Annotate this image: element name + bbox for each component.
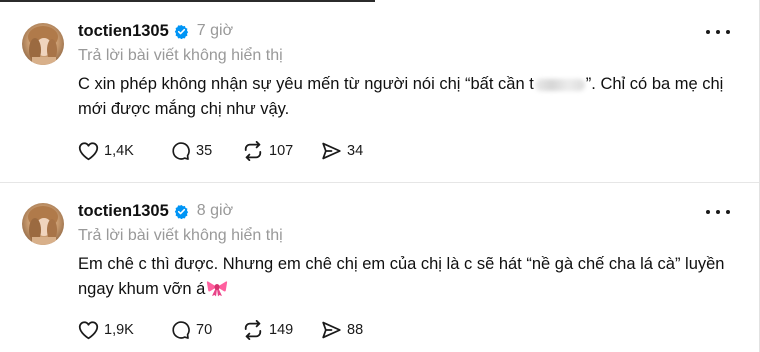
like-button[interactable]: 1,9K	[78, 320, 170, 340]
username[interactable]: toctien1305	[78, 202, 169, 221]
repost-button[interactable]: 149	[242, 320, 321, 340]
comment-button[interactable]: 70	[170, 320, 242, 340]
share-count: 34	[347, 143, 364, 159]
ribbon-bow-emoji	[206, 279, 228, 297]
action-bar: 1,4K 35 107 34	[78, 141, 363, 161]
post-header: toctien1305 8 giờ	[78, 199, 233, 223]
heart-icon	[78, 141, 99, 161]
post-text: C xin phép không nhận sự yêu mến từ ngườ…	[78, 72, 738, 122]
share-count: 88	[347, 322, 364, 338]
share-button[interactable]: 34	[321, 141, 363, 161]
heart-icon	[78, 320, 99, 340]
post-text-part: Em chê c thì được. Nhưng em chê chị em c…	[78, 255, 725, 298]
like-button[interactable]: 1,4K	[78, 141, 170, 161]
action-bar: 1,9K 70 149 88	[78, 320, 363, 340]
post-timestamp[interactable]: 7 giờ	[197, 22, 233, 40]
comment-count: 70	[196, 322, 213, 338]
thread-post: toctien1305 7 giờ Trả lời bài viết không…	[0, 0, 759, 183]
comment-count: 35	[196, 143, 213, 159]
username[interactable]: toctien1305	[78, 22, 169, 41]
avatar[interactable]	[22, 203, 64, 245]
share-button[interactable]: 88	[321, 320, 363, 340]
blurred-text	[534, 78, 585, 91]
comment-bubble-icon	[170, 320, 191, 340]
verified-badge-icon	[174, 24, 189, 39]
verified-badge-icon	[174, 204, 189, 219]
thread-post: toctien1305 8 giờ Trả lời bài viết không…	[0, 183, 759, 352]
repost-button[interactable]: 107	[242, 141, 321, 161]
reply-context-label[interactable]: Trả lời bài viết không hiển thị	[78, 47, 283, 65]
more-options-icon[interactable]	[706, 26, 730, 38]
more-options-icon[interactable]	[706, 206, 730, 218]
like-count: 1,9K	[104, 322, 134, 338]
share-send-icon	[321, 320, 342, 340]
repost-icon	[242, 141, 264, 161]
share-send-icon	[321, 141, 342, 161]
repost-count: 107	[269, 143, 294, 159]
repost-count: 149	[269, 322, 294, 338]
reply-context-label[interactable]: Trả lời bài viết không hiển thị	[78, 227, 283, 245]
avatar[interactable]	[22, 23, 64, 65]
post-timestamp[interactable]: 8 giờ	[197, 202, 233, 220]
post-text: Em chê c thì được. Nhưng em chê chị em c…	[78, 252, 738, 302]
post-header: toctien1305 7 giờ	[78, 19, 233, 43]
comment-bubble-icon	[170, 141, 191, 161]
comment-button[interactable]: 35	[170, 141, 242, 161]
repost-icon	[242, 320, 264, 340]
like-count: 1,4K	[104, 143, 134, 159]
post-text-part: C xin phép không nhận sự yêu mến từ ngườ…	[78, 75, 534, 93]
